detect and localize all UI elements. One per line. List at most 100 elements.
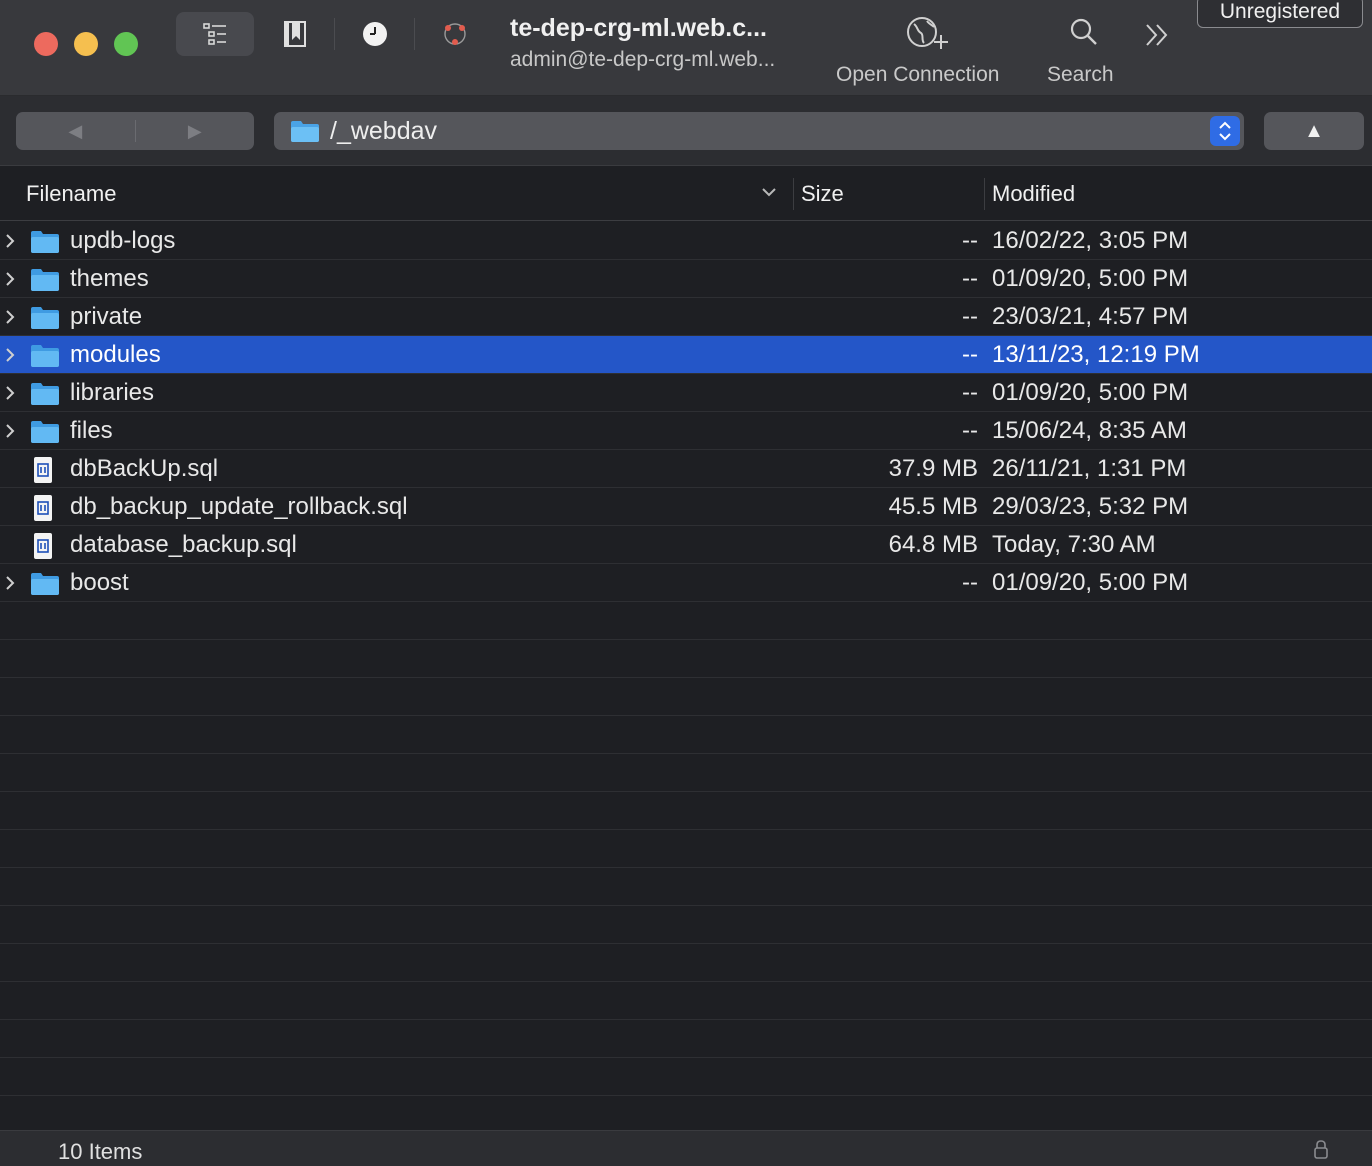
modified-column-header[interactable]: Modified xyxy=(992,181,1075,207)
empty-row xyxy=(0,792,1372,830)
file-size: -- xyxy=(962,379,978,406)
disclosure-chevron-icon[interactable] xyxy=(2,422,18,440)
file-size: -- xyxy=(962,303,978,330)
file-name: modules xyxy=(70,341,161,368)
outline-view-icon xyxy=(203,23,226,45)
back-button[interactable]: ◀ xyxy=(16,112,135,150)
unregistered-badge[interactable]: Unregistered xyxy=(1197,0,1363,28)
filename-column-header[interactable]: Filename xyxy=(26,181,116,207)
history-button[interactable] xyxy=(350,12,400,56)
empty-row xyxy=(0,602,1372,640)
folder-icon xyxy=(31,573,59,595)
search-label[interactable]: Search xyxy=(1047,63,1114,87)
file-size: -- xyxy=(962,265,978,292)
file-row[interactable]: themes -- 01/09/20, 5:00 PM xyxy=(0,260,1372,298)
folder-icon xyxy=(31,231,59,253)
close-window-button[interactable] xyxy=(34,32,58,56)
bonjour-button[interactable] xyxy=(430,12,480,56)
disclosure-chevron-icon[interactable] xyxy=(2,232,18,250)
sort-chevron-icon[interactable] xyxy=(760,185,778,199)
file-modified: 26/11/21, 1:31 PM xyxy=(992,455,1187,482)
file-modified: 15/06/24, 8:35 AM xyxy=(992,417,1187,444)
file-modified: 23/03/21, 4:57 PM xyxy=(992,303,1189,330)
file-row[interactable]: db_backup_update_rollback.sql 45.5 MB 29/0… xyxy=(0,488,1372,526)
file-name: database_backup.sql xyxy=(70,531,297,558)
zoom-window-button[interactable] xyxy=(114,32,138,56)
bookmark-icon xyxy=(284,21,306,47)
file-modified: 01/09/20, 5:00 PM xyxy=(992,265,1189,292)
disclosure-chevron-icon[interactable] xyxy=(2,346,18,364)
file-size: -- xyxy=(962,569,978,596)
folder-icon xyxy=(31,269,59,291)
more-tools-button[interactable] xyxy=(1140,18,1174,52)
file-row[interactable]: database_backup.sql 64.8 MB Today, 7:30 AM xyxy=(0,526,1372,564)
open-connection-button[interactable] xyxy=(904,14,952,54)
empty-row xyxy=(0,678,1372,716)
search-icon xyxy=(1070,18,1097,45)
file-size: 37.9 MB xyxy=(888,455,978,482)
open-connection-label[interactable]: Open Connection xyxy=(836,63,999,87)
file-modified: Today, 7:30 AM xyxy=(992,531,1156,558)
file-modified: 01/09/20, 5:00 PM xyxy=(992,569,1189,596)
empty-row xyxy=(0,868,1372,906)
file-row[interactable]: boost -- 01/09/20, 5:00 PM xyxy=(0,564,1372,602)
lock-icon[interactable] xyxy=(1313,1139,1329,1159)
file-size: -- xyxy=(962,417,978,444)
disclosure-chevron-icon[interactable] xyxy=(2,384,18,402)
file-row[interactable]: updb-logs -- 16/02/22, 3:05 PM xyxy=(0,222,1372,260)
file-size: 45.5 MB xyxy=(888,493,978,520)
empty-row xyxy=(0,1096,1372,1134)
bonjour-icon xyxy=(444,23,466,45)
parent-directory-button[interactable]: ▲ xyxy=(1264,112,1364,150)
folder-icon xyxy=(31,421,59,443)
chevrons-right-icon xyxy=(1146,24,1168,46)
sql-file-icon xyxy=(34,533,52,559)
file-name: boost xyxy=(70,569,129,596)
empty-row xyxy=(0,754,1372,792)
folder-icon xyxy=(31,307,59,329)
status-bar: 10 Items xyxy=(0,1130,1372,1166)
current-path: /_webdav xyxy=(330,117,438,145)
empty-row xyxy=(0,906,1372,944)
browser-view-button[interactable] xyxy=(176,12,254,56)
file-row[interactable]: dbBackUp.sql 37.9 MB 26/11/21, 1:31 PM xyxy=(0,450,1372,488)
disclosure-chevron-icon[interactable] xyxy=(2,270,18,288)
file-row[interactable]: libraries -- 01/09/20, 5:00 PM xyxy=(0,374,1372,412)
file-name: private xyxy=(70,303,143,330)
forward-button[interactable]: ▶ xyxy=(136,112,255,150)
disclosure-chevron-icon[interactable] xyxy=(2,574,18,592)
disclosure-chevron-icon[interactable] xyxy=(2,308,18,326)
search-button[interactable] xyxy=(1066,14,1102,50)
sql-file-icon xyxy=(34,495,52,521)
file-name: themes xyxy=(70,265,149,292)
connection-subtitle: admin@te-dep-crg-ml.web... xyxy=(510,48,776,71)
folder-icon xyxy=(31,383,59,405)
file-name: libraries xyxy=(70,379,155,406)
empty-row xyxy=(0,1020,1372,1058)
items-count: 10 Items xyxy=(58,1139,143,1164)
bookmarks-button[interactable] xyxy=(270,12,320,56)
file-row[interactable]: modules -- 13/11/23, 12:19 PM xyxy=(0,336,1372,374)
navigation-group: ◀ ▶ xyxy=(16,112,254,150)
file-name: dbBackUp.sql xyxy=(70,455,219,482)
file-list: updb-logs -- 16/02/22, 3:05 PM themes -- 01/0… xyxy=(0,222,1372,1134)
empty-row xyxy=(0,716,1372,754)
empty-row xyxy=(0,640,1372,678)
file-modified: 01/09/20, 5:00 PM xyxy=(992,379,1189,406)
path-selector[interactable]: /_webdav xyxy=(274,112,1244,150)
updown-chevron-icon xyxy=(1219,121,1231,141)
file-row[interactable]: files -- 15/06/24, 8:35 AM xyxy=(0,412,1372,450)
clock-icon xyxy=(363,22,387,46)
empty-row xyxy=(0,944,1372,982)
file-name: files xyxy=(70,417,113,444)
path-stepper[interactable] xyxy=(1210,116,1240,146)
size-column-header[interactable]: Size xyxy=(801,181,844,207)
empty-row xyxy=(0,982,1372,1020)
sql-file-icon xyxy=(34,457,52,483)
folder-icon xyxy=(31,345,59,367)
minimize-window-button[interactable] xyxy=(74,32,98,56)
file-modified: 16/02/22, 3:05 PM xyxy=(992,227,1189,254)
file-size: -- xyxy=(962,227,978,254)
file-modified: 29/03/23, 5:32 PM xyxy=(992,493,1189,520)
file-row[interactable]: private -- 23/03/21, 4:57 PM xyxy=(0,298,1372,336)
